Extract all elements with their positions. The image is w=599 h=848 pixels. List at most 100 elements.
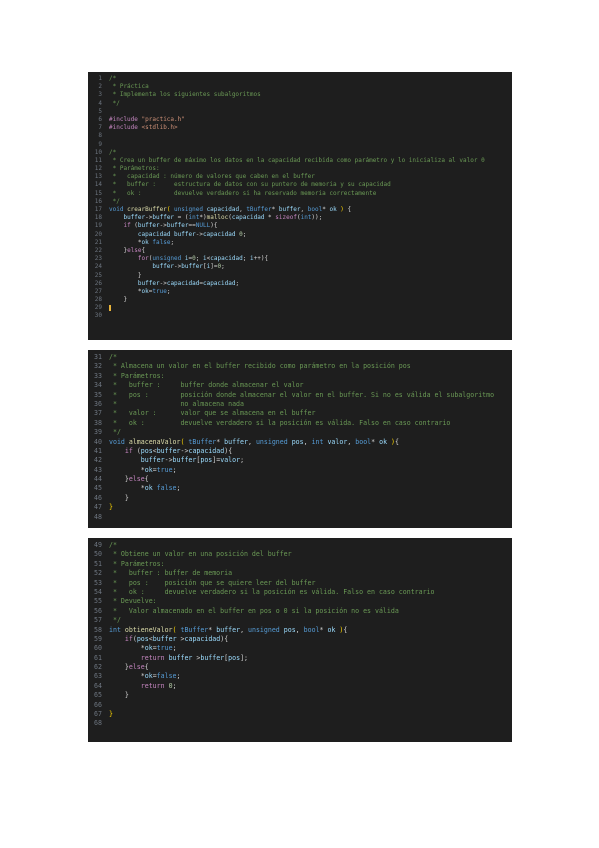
- code-token: {: [343, 206, 352, 213]
- code-token: ;: [176, 484, 181, 493]
- code-token: *: [109, 238, 142, 246]
- line-number: 18: [94, 214, 102, 222]
- code-token: ;: [170, 238, 175, 246]
- code-line: 66: [88, 701, 512, 710]
- line-content: * ok : devuelve verdadero si la posición…: [109, 588, 435, 597]
- code-line: 14 * buffer : estructura de datos con su…: [88, 181, 512, 189]
- code-token: ok: [379, 437, 388, 446]
- code-token: capacidad: [166, 279, 200, 287]
- code-token: ;: [172, 465, 177, 474]
- line-number: 64: [94, 681, 102, 690]
- code-token: * capacidad : número de valores que cabe…: [109, 173, 315, 181]
- code-token: unsigned: [255, 437, 292, 446]
- line-content: * pos : posición donde almacenar el valo…: [109, 391, 494, 400]
- code-line: 2 * Práctica: [88, 83, 512, 91]
- code-line: 18 buffer->buffer = (int*)malloc(capacid…: [88, 214, 512, 222]
- line-number: 62: [94, 663, 102, 672]
- code-token: ));: [311, 214, 323, 222]
- line-number: 26: [94, 279, 102, 287]
- code-token: *: [109, 672, 145, 681]
- code-token: void: [109, 437, 129, 446]
- code-token: capacidad buffer: [137, 230, 196, 238]
- line-number: 42: [94, 456, 102, 465]
- code-line: 11 * Crea un buffer de máximo los datos …: [88, 157, 512, 165]
- code-token: ok: [141, 238, 149, 246]
- code-token: pos: [283, 625, 296, 634]
- code-line: 32 * Almacena un valor en el buffer reci…: [88, 362, 512, 371]
- line-content: }: [109, 710, 113, 719]
- line-number: 63: [94, 672, 102, 681]
- code-token: ;: [240, 456, 245, 465]
- code-token: }: [109, 246, 128, 254]
- code-token: tBuffer: [180, 625, 209, 634]
- code-token: NULL: [195, 222, 211, 230]
- code-token: if: [123, 222, 135, 230]
- code-token: void: [109, 206, 128, 213]
- line-number: 29: [94, 304, 102, 312]
- code-line: 61 return buffer >buffer[pos];: [88, 654, 512, 663]
- line-number: 8: [98, 132, 102, 140]
- code-line: 30: [88, 312, 512, 320]
- code-line: 52 * buffer : buffer de memoria: [88, 569, 512, 578]
- code-token: int: [300, 214, 312, 222]
- code-line: 41 if (pos<buffer->capacidad){: [88, 447, 512, 456]
- code-token: buffer: [224, 437, 248, 446]
- code-token: ){: [210, 222, 218, 230]
- code-token: */: [109, 99, 120, 107]
- code-line: 46 }: [88, 494, 512, 503]
- code-token: ): [387, 437, 396, 446]
- line-content: }else{: [109, 663, 149, 672]
- code-token: ==: [188, 222, 196, 230]
- code-block: 1/* 2 * Práctica 3 * Implementa los sigui…: [88, 72, 512, 321]
- code-token: }: [109, 271, 142, 279]
- line-number: 58: [94, 625, 102, 634]
- code-token: }: [109, 296, 128, 304]
- code-line: 47}: [88, 503, 512, 512]
- line-number: 25: [94, 271, 102, 279]
- code-line: 48: [88, 513, 512, 522]
- code-token: /*: [109, 541, 117, 549]
- code-block: 31/* 32 * Almacena un valor en el buffer …: [88, 350, 512, 522]
- code-token: }: [109, 475, 129, 484]
- code-token: pos: [291, 437, 304, 446]
- code-line: 43 *ok=true;: [88, 466, 512, 475]
- code-token: /*: [109, 353, 117, 361]
- code-line: 7 #include <stdlib.h>: [88, 124, 512, 132]
- code-token: ->: [159, 222, 167, 230]
- code-token: ,: [240, 625, 249, 634]
- code-line: 57 */: [88, 616, 512, 625]
- line-content: *ok=true;: [109, 287, 171, 296]
- line-content: /*: [109, 149, 116, 157]
- line-content: *ok=false;: [109, 672, 181, 681]
- code-line: 62 }else{: [88, 663, 512, 672]
- line-number: 56: [94, 606, 102, 615]
- code-token: ok: [144, 484, 153, 493]
- code-line: 3 * Implementa los siguientes subalgorit…: [88, 91, 512, 99]
- code-token: * ok : devuelve verdadero si la posición…: [109, 418, 451, 427]
- code-token: ok: [144, 465, 153, 474]
- line-content: * no almacena nada: [109, 400, 244, 409]
- line-number: 37: [94, 409, 102, 418]
- code-token: }: [109, 493, 129, 502]
- line-number: 14: [94, 181, 102, 189]
- code-token: * Crea un buffer de máximo los datos en …: [109, 156, 485, 164]
- code-line: 9: [88, 141, 512, 149]
- line-content: */: [109, 616, 121, 625]
- line-number: 5: [98, 107, 102, 115]
- code-token: int: [109, 625, 125, 634]
- code-token: else: [127, 246, 142, 254]
- code-token: >: [176, 634, 185, 643]
- line-content: * Crea un buffer de máximo los datos en …: [109, 157, 485, 165]
- code-token: return: [140, 681, 169, 690]
- code-line: 37 * valor : valor que se almacena en el…: [88, 409, 512, 418]
- line-content: * ok : devuelve verdadero si ha reservad…: [109, 190, 377, 198]
- code-line: 63 *ok=false;: [88, 672, 512, 681]
- code-line: 53 * pos : posición que se quiere leer d…: [88, 579, 512, 588]
- code-token: ): [336, 206, 344, 213]
- line-number: 34: [94, 381, 102, 390]
- code-line: 64 return 0;: [88, 682, 512, 691]
- code-token: pos: [228, 653, 241, 662]
- code-token: true: [152, 287, 167, 295]
